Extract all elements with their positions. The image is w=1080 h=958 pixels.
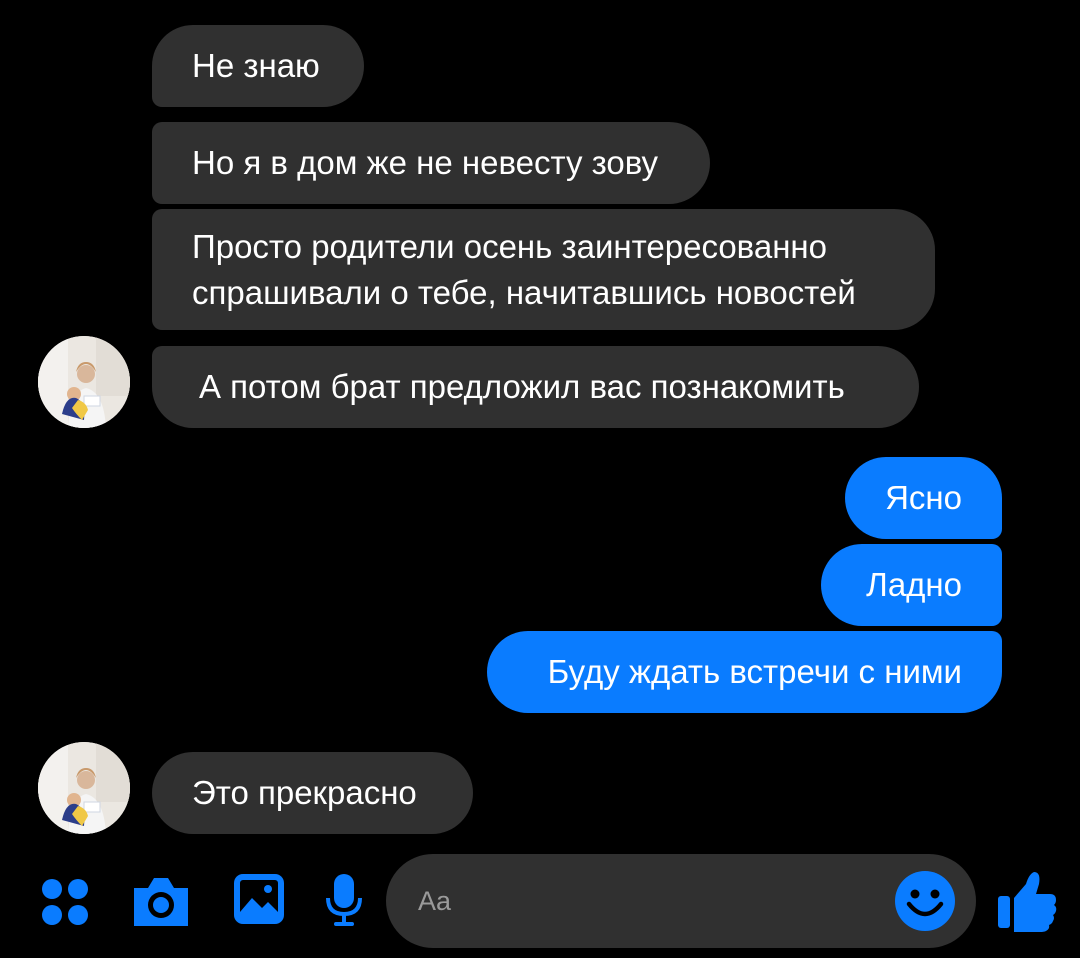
message-text: Не знаю bbox=[192, 47, 320, 84]
message-text: Ясно bbox=[885, 479, 962, 516]
apps-button[interactable] bbox=[40, 877, 90, 927]
gallery-icon bbox=[234, 874, 284, 924]
message-text-line: Просто родители осень заинтересованно bbox=[192, 227, 827, 265]
message-text: Ладно bbox=[866, 566, 962, 603]
composer-bar: Aa bbox=[0, 852, 1080, 958]
message-text: Буду ждать встречи с ними bbox=[547, 653, 962, 690]
contact-avatar[interactable] bbox=[38, 336, 130, 428]
avatar-photo bbox=[38, 336, 130, 428]
contact-avatar[interactable] bbox=[38, 742, 130, 834]
message-bubble-outgoing[interactable]: Ясно bbox=[845, 457, 1002, 539]
camera-icon bbox=[134, 878, 188, 926]
camera-button[interactable] bbox=[130, 874, 192, 928]
message-input[interactable]: Aa bbox=[386, 854, 976, 948]
message-input-placeholder: Aa bbox=[418, 885, 452, 916]
message-text: А потом брат предложил вас познакомить bbox=[199, 368, 845, 405]
message-bubble-incoming[interactable]: Просто родители осень заинтересованно сп… bbox=[152, 209, 935, 330]
message-bubble-incoming[interactable]: Это прекрасно bbox=[152, 752, 473, 834]
like-button[interactable] bbox=[996, 870, 1058, 932]
message-text-line: спрашивали о тебе, начитавшись новостей bbox=[192, 273, 856, 311]
microphone-button[interactable] bbox=[324, 872, 364, 928]
gallery-button[interactable] bbox=[232, 872, 286, 926]
message-bubble-outgoing[interactable]: Ладно bbox=[821, 544, 1002, 626]
message-bubble-incoming[interactable]: Не знаю bbox=[152, 25, 364, 107]
message-bubble-incoming[interactable]: А потом брат предложил вас познакомить bbox=[152, 346, 919, 428]
message-bubble-outgoing[interactable]: Буду ждать встречи с ними bbox=[487, 631, 1002, 713]
message-bubble-incoming[interactable]: Но я в дом же не невесту зову bbox=[152, 122, 710, 204]
message-text: Это прекрасно bbox=[192, 774, 417, 811]
like-thumb-icon bbox=[998, 872, 1057, 932]
apps-icon bbox=[42, 879, 88, 925]
emoji-button[interactable] bbox=[894, 870, 956, 932]
microphone-icon bbox=[326, 874, 362, 926]
message-text: Но я в дом же не невесту зову bbox=[192, 144, 659, 181]
emoji-icon bbox=[895, 871, 955, 931]
avatar-photo bbox=[38, 742, 130, 834]
